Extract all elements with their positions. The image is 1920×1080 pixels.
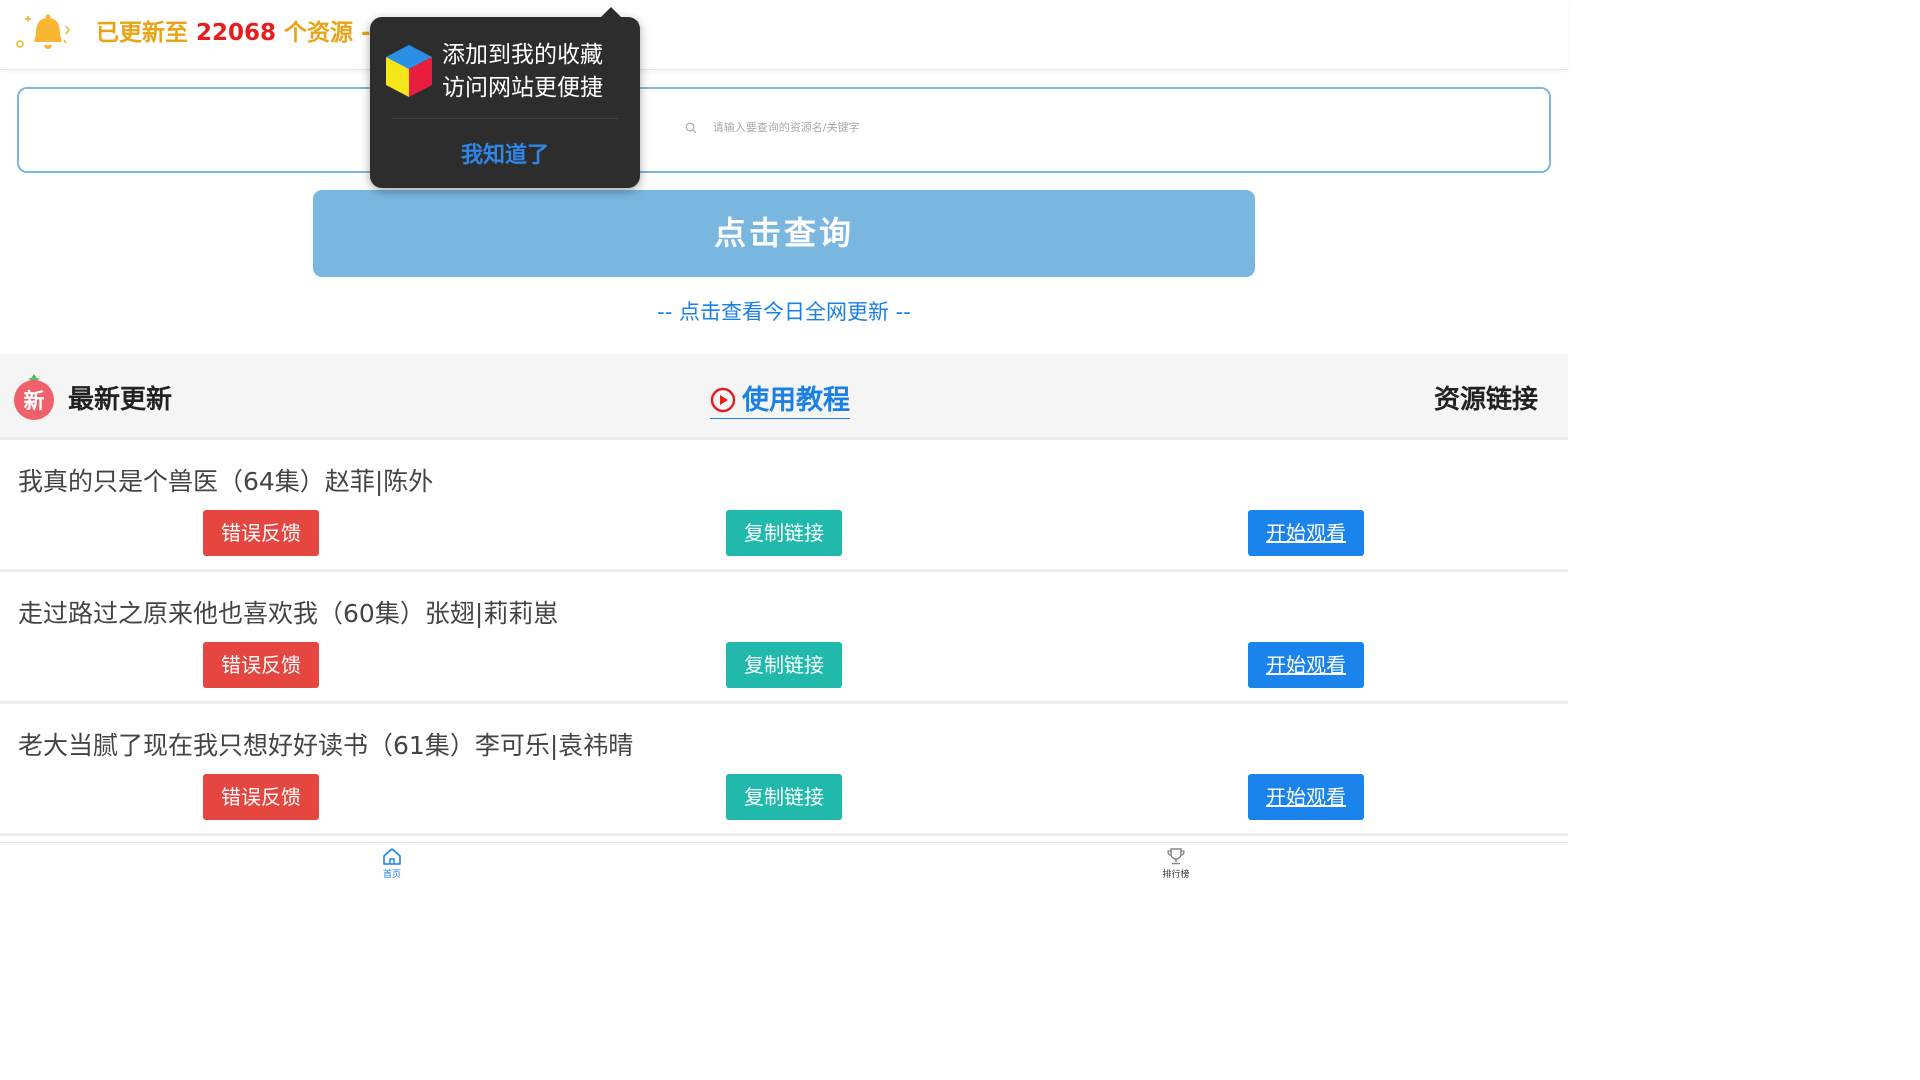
popup-line-1: 添加到我的收藏	[442, 42, 603, 68]
popup-arrow	[600, 7, 622, 18]
popup-divider	[392, 118, 618, 119]
cube-app-icon	[386, 45, 432, 97]
tutorial-label: 使用教程	[742, 385, 850, 416]
trophy-icon	[1167, 848, 1185, 865]
tab-ranking[interactable]: 排行榜	[1146, 847, 1206, 880]
play-circle-icon	[710, 387, 736, 413]
tab-home-label: 首页	[382, 870, 401, 880]
start-watching-button[interactable]: 开始观看	[1248, 774, 1364, 820]
new-badge-text: 新	[24, 389, 45, 413]
latest-updates-title: 最新更新	[68, 385, 173, 415]
error-feedback-button[interactable]: 错误反馈	[203, 774, 319, 820]
copy-link-button[interactable]: 复制链接	[726, 510, 842, 556]
start-watching-button[interactable]: 开始观看	[1248, 642, 1364, 688]
today-updates-link[interactable]: -- 点击查看今日全网更新 --	[0, 296, 1568, 326]
resource-link-title: 资源链接	[1433, 385, 1538, 415]
bell-icon	[16, 14, 70, 49]
home-icon	[383, 848, 401, 865]
copy-link-button[interactable]: 复制链接	[726, 642, 842, 688]
got-it-button[interactable]: 我知道了	[370, 137, 640, 169]
search-input[interactable]	[712, 121, 883, 134]
copy-link-button[interactable]: 复制链接	[726, 774, 842, 820]
start-watching-button[interactable]: 开始观看	[1248, 510, 1364, 556]
top-notice-bar: 已更新至 22068 个资源 -- 点击保存到网盘进行观看	[0, 0, 1568, 70]
popup-line-2: 访问网站更便捷	[442, 75, 603, 101]
search-inner	[19, 121, 1549, 134]
section-header: 新 最新更新 使用教程 资源链接	[0, 354, 1568, 440]
popup-message: 添加到我的收藏 访问网站更便捷	[442, 39, 603, 105]
list-item: 我真的只是个兽医（64集）赵菲|陈外 错误反馈 复制链接 开始观看	[0, 440, 1568, 572]
resource-title: 走过路过之原来他也喜欢我（60集）张翅|莉莉崽	[18, 599, 559, 628]
search-box[interactable]	[17, 87, 1551, 173]
tutorial-link[interactable]: 使用教程	[710, 378, 850, 419]
error-feedback-button[interactable]: 错误反馈	[203, 510, 319, 556]
notice-prefix: 已更新至	[96, 20, 197, 46]
resource-title: 老大当腻了现在我只想好好读书（61集）李可乐|袁祎晴	[18, 731, 634, 760]
error-feedback-button[interactable]: 错误反馈	[203, 642, 319, 688]
resource-title: 我真的只是个兽医（64集）赵菲|陈外	[18, 467, 434, 496]
add-to-favorites-popup: 添加到我的收藏 访问网站更便捷 我知道了	[370, 7, 640, 188]
bottom-tab-bar: 首页 排行榜	[0, 842, 1568, 882]
search-icon	[685, 122, 697, 134]
new-badge-icon: 新	[14, 374, 54, 420]
tab-ranking-label: 排行榜	[1162, 870, 1190, 880]
tab-home[interactable]: 首页	[362, 847, 422, 880]
query-button[interactable]: 点击查询	[313, 190, 1255, 277]
list-item: 老大当腻了现在我只想好好读书（61集）李可乐|袁祎晴 错误反馈 复制链接 开始观…	[0, 704, 1568, 836]
resource-count: 22068	[196, 20, 277, 46]
list-item: 走过路过之原来他也喜欢我（60集）张翅|莉莉崽 错误反馈 复制链接 开始观看	[0, 572, 1568, 704]
